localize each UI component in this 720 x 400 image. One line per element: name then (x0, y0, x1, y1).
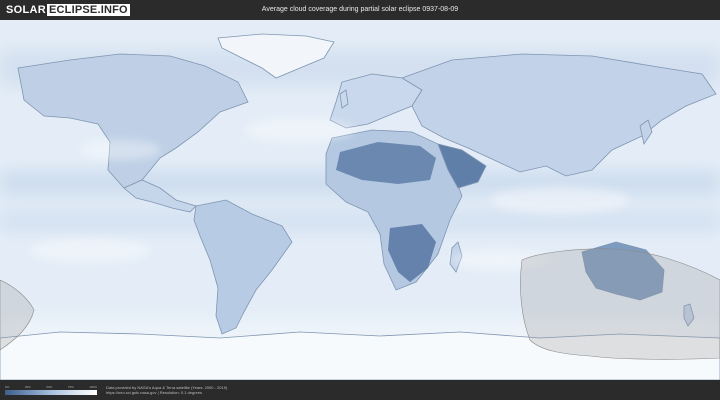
legend-tick-25: 25% (24, 385, 31, 389)
legend-tick-0: 0% (5, 385, 10, 389)
cloud-coverage-legend: 0% 25% 50% 75% 100% (5, 385, 97, 395)
legend-tick-75: 75% (67, 385, 74, 389)
legend-ticks: 0% 25% 50% 75% 100% (5, 385, 97, 389)
legend-tick-50: 50% (46, 385, 53, 389)
credit-line-url[interactable]: https://neo.sci.gsfc.nasa.gov | Resoluti… (106, 390, 227, 395)
map-title: Average cloud coverage during partial so… (261, 6, 459, 13)
cloud-coverage-map (0, 20, 720, 380)
legend-color-bar (5, 390, 97, 395)
data-credits: Data provided by NASA's Aqua & Terra sat… (106, 385, 227, 395)
top-bar: SOLAR ECLIPSE.INFO Average cloud coverag… (0, 0, 720, 20)
legend-tick-100: 100% (89, 385, 97, 389)
bottom-bar: 0% 25% 50% 75% 100% Data provided by NAS… (0, 380, 720, 400)
